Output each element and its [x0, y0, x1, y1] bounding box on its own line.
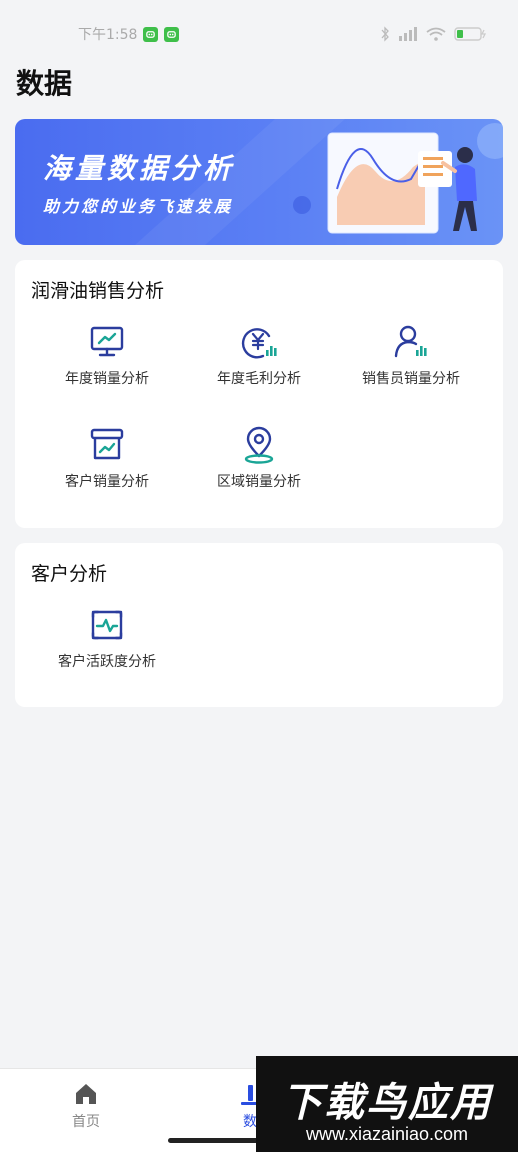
- tile-label: 客户销量分析: [65, 474, 149, 490]
- wifi-icon: [426, 27, 446, 41]
- annual-margin-analysis-tile[interactable]: 年度毛利分析: [183, 322, 335, 402]
- tile-label: 年度销量分析: [65, 371, 149, 387]
- app-notification-icon: [164, 26, 180, 42]
- page-title: 数据: [16, 67, 73, 100]
- battery-icon: [454, 27, 487, 41]
- tile-label: 客户活跃度分析: [58, 654, 156, 670]
- home-icon: [76, 1084, 96, 1104]
- section-title: 润滑油销售分析: [31, 280, 165, 302]
- system-icons: [380, 26, 488, 42]
- tile-label: 年度毛利分析: [217, 371, 301, 387]
- bluetooth-icon: [381, 26, 389, 42]
- status-time: 下午1:58: [78, 27, 138, 43]
- pulse-screen-icon: [91, 610, 123, 640]
- region-sales-analysis-tile[interactable]: 区域销量分析: [183, 425, 335, 505]
- tab-label: 首页: [72, 1114, 100, 1130]
- signal-icon: [399, 27, 417, 41]
- status-time-group: 下午1:58: [78, 24, 180, 44]
- promo-banner[interactable]: 海量数据分析 助力您的业务飞速发展: [15, 119, 503, 245]
- yen-chart-icon: [241, 328, 277, 359]
- banner-subtitle: 助力您的业务飞速发展: [43, 197, 234, 216]
- salesperson-sales-analysis-tile[interactable]: 销售员销量分析: [335, 322, 487, 402]
- status-bar: 下午1:58: [0, 0, 518, 68]
- customer-sales-analysis-tile[interactable]: 客户销量分析: [31, 425, 183, 505]
- section-title: 客户分析: [31, 563, 108, 585]
- banner-title: 海量数据分析: [43, 152, 236, 185]
- tile-label: 区域销量分析: [217, 474, 301, 490]
- tab-home[interactable]: 首页: [46, 1081, 126, 1131]
- location-pin-icon: [244, 426, 274, 464]
- customer-activity-analysis-tile[interactable]: 客户活跃度分析: [31, 605, 183, 685]
- watermark-overlay: 下载鸟应用 www.xiazainiao.com: [256, 1056, 518, 1152]
- monitor-chart-icon: [90, 326, 124, 357]
- lube-sales-card: 润滑油销售分析 年度销量分析 年度毛利分析 销售员销量分析 客户销量分析 区域销…: [15, 260, 503, 528]
- tile-label: 销售员销量分析: [362, 371, 460, 387]
- annual-sales-analysis-tile[interactable]: 年度销量分析: [31, 322, 183, 402]
- person-chart-icon: [394, 325, 427, 358]
- customer-analysis-card: 客户分析 客户活跃度分析: [15, 543, 503, 707]
- box-chart-icon: [90, 428, 124, 460]
- app-notification-icon: [143, 26, 159, 42]
- watermark-title: 下载鸟应用: [282, 1080, 492, 1126]
- analytics-illustration: [327, 132, 477, 234]
- watermark-url: www.xiazainiao.com: [305, 1124, 469, 1144]
